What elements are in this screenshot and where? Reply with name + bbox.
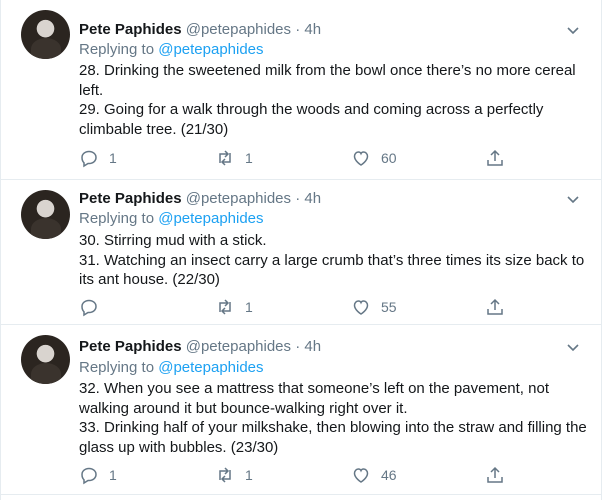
- tweet-line: 30. Stirring mud with a stick.: [79, 232, 267, 249]
- timestamp[interactable]: 4h: [304, 338, 321, 355]
- tweet-line: 33. Drinking half of your milkshake, the…: [79, 419, 587, 456]
- like-icon: [353, 151, 369, 166]
- like-count: 55: [381, 299, 397, 315]
- reply-button[interactable]: 1: [79, 465, 117, 485]
- tweet-line: 29. Going for a walk through the woods a…: [79, 101, 544, 138]
- share-icon: [487, 298, 503, 315]
- timestamp[interactable]: 4h: [304, 190, 321, 207]
- tweet-actions: 1 55: [79, 297, 509, 319]
- avatar[interactable]: [21, 190, 70, 239]
- tweet-text: 30. Stirring mud with a stick. 31. Watch…: [79, 231, 589, 290]
- separator-dot: ·: [295, 190, 301, 207]
- author-name[interactable]: Pete Paphides: [79, 190, 182, 207]
- like-icon: [353, 300, 369, 315]
- tweet-text: 28. Drinking the sweetened milk from the…: [79, 61, 589, 139]
- chevron-down-icon[interactable]: [565, 22, 581, 38]
- author-handle[interactable]: @petepaphides: [186, 21, 291, 38]
- chevron-down-icon[interactable]: [565, 191, 581, 207]
- tweet-line: 32. When you see a mattress that someone…: [79, 380, 549, 417]
- retweet-count: 1: [245, 299, 253, 315]
- replying-prefix: Replying to: [79, 359, 155, 376]
- retweet-button[interactable]: 1: [215, 148, 253, 168]
- reply-icon: [81, 467, 97, 485]
- avatar[interactable]: [21, 335, 70, 384]
- retweet-count: 1: [245, 467, 253, 483]
- like-button[interactable]: 60: [351, 148, 397, 168]
- replying-to: Replying to @petepaphides: [79, 358, 264, 378]
- mention-link[interactable]: @petepaphides: [158, 41, 263, 58]
- reply-button[interactable]: [79, 297, 109, 317]
- like-button[interactable]: 55: [351, 297, 397, 317]
- tweet-actions: 1 1 60: [79, 148, 509, 170]
- share-button[interactable]: [485, 465, 505, 485]
- author-name[interactable]: Pete Paphides: [79, 338, 182, 355]
- mention-link[interactable]: @petepaphides: [158, 359, 263, 376]
- separator-dot: ·: [295, 21, 301, 38]
- retweet-button[interactable]: 1: [215, 465, 253, 485]
- tweet-header: Pete Paphides @petepaphides · 4h: [79, 20, 321, 40]
- avatar[interactable]: [21, 10, 70, 59]
- tweet-actions: 1 1 46: [79, 465, 509, 487]
- reply-button[interactable]: 1: [79, 148, 117, 168]
- share-icon: [487, 466, 503, 483]
- timeline: Pete Paphides @petepaphides · 4h Replyin…: [0, 0, 602, 500]
- retweet-icon: [219, 299, 231, 315]
- tweet-header: Pete Paphides @petepaphides · 4h: [79, 189, 321, 209]
- like-count: 46: [381, 467, 397, 483]
- tweet[interactable]: Pete Paphides @petepaphides · 4h Replyin…: [1, 325, 601, 495]
- reply-count: 1: [109, 150, 117, 166]
- tweet-text: 32. When you see a mattress that someone…: [79, 379, 589, 457]
- reply-icon: [81, 150, 97, 168]
- replying-prefix: Replying to: [79, 210, 155, 227]
- tweet[interactable]: Pete Paphides @petepaphides · 4h Replyin…: [1, 180, 601, 325]
- replying-prefix: Replying to: [79, 41, 155, 58]
- replying-to: Replying to @petepaphides: [79, 209, 264, 229]
- reply-icon: [81, 299, 97, 317]
- replying-to: Replying to @petepaphides: [79, 40, 264, 60]
- like-count: 60: [381, 150, 397, 166]
- like-icon: [353, 468, 369, 483]
- tweet-line: 31. Watching an insect carry a large cru…: [79, 251, 585, 289]
- retweet-icon: [219, 467, 231, 483]
- mention-link[interactable]: @petepaphides: [158, 210, 263, 227]
- tweet[interactable]: Pete Paphides @petepaphides · 4h Replyin…: [1, 0, 601, 180]
- tweet-line: 28. Drinking the sweetened milk from the…: [79, 62, 576, 99]
- share-button[interactable]: [485, 148, 505, 168]
- retweet-count: 1: [245, 150, 253, 166]
- retweet-button[interactable]: 1: [215, 297, 253, 317]
- timestamp[interactable]: 4h: [304, 21, 321, 38]
- chevron-down-icon[interactable]: [565, 339, 581, 355]
- retweet-icon: [219, 150, 231, 166]
- tweet-header: Pete Paphides @petepaphides · 4h: [79, 337, 321, 357]
- author-name[interactable]: Pete Paphides: [79, 21, 182, 38]
- separator-dot: ·: [295, 338, 301, 355]
- share-icon: [487, 149, 503, 166]
- share-button[interactable]: [485, 297, 505, 317]
- author-handle[interactable]: @petepaphides: [186, 190, 291, 207]
- author-handle[interactable]: @petepaphides: [186, 338, 291, 355]
- reply-count: 1: [109, 467, 117, 483]
- like-button[interactable]: 46: [351, 465, 397, 485]
